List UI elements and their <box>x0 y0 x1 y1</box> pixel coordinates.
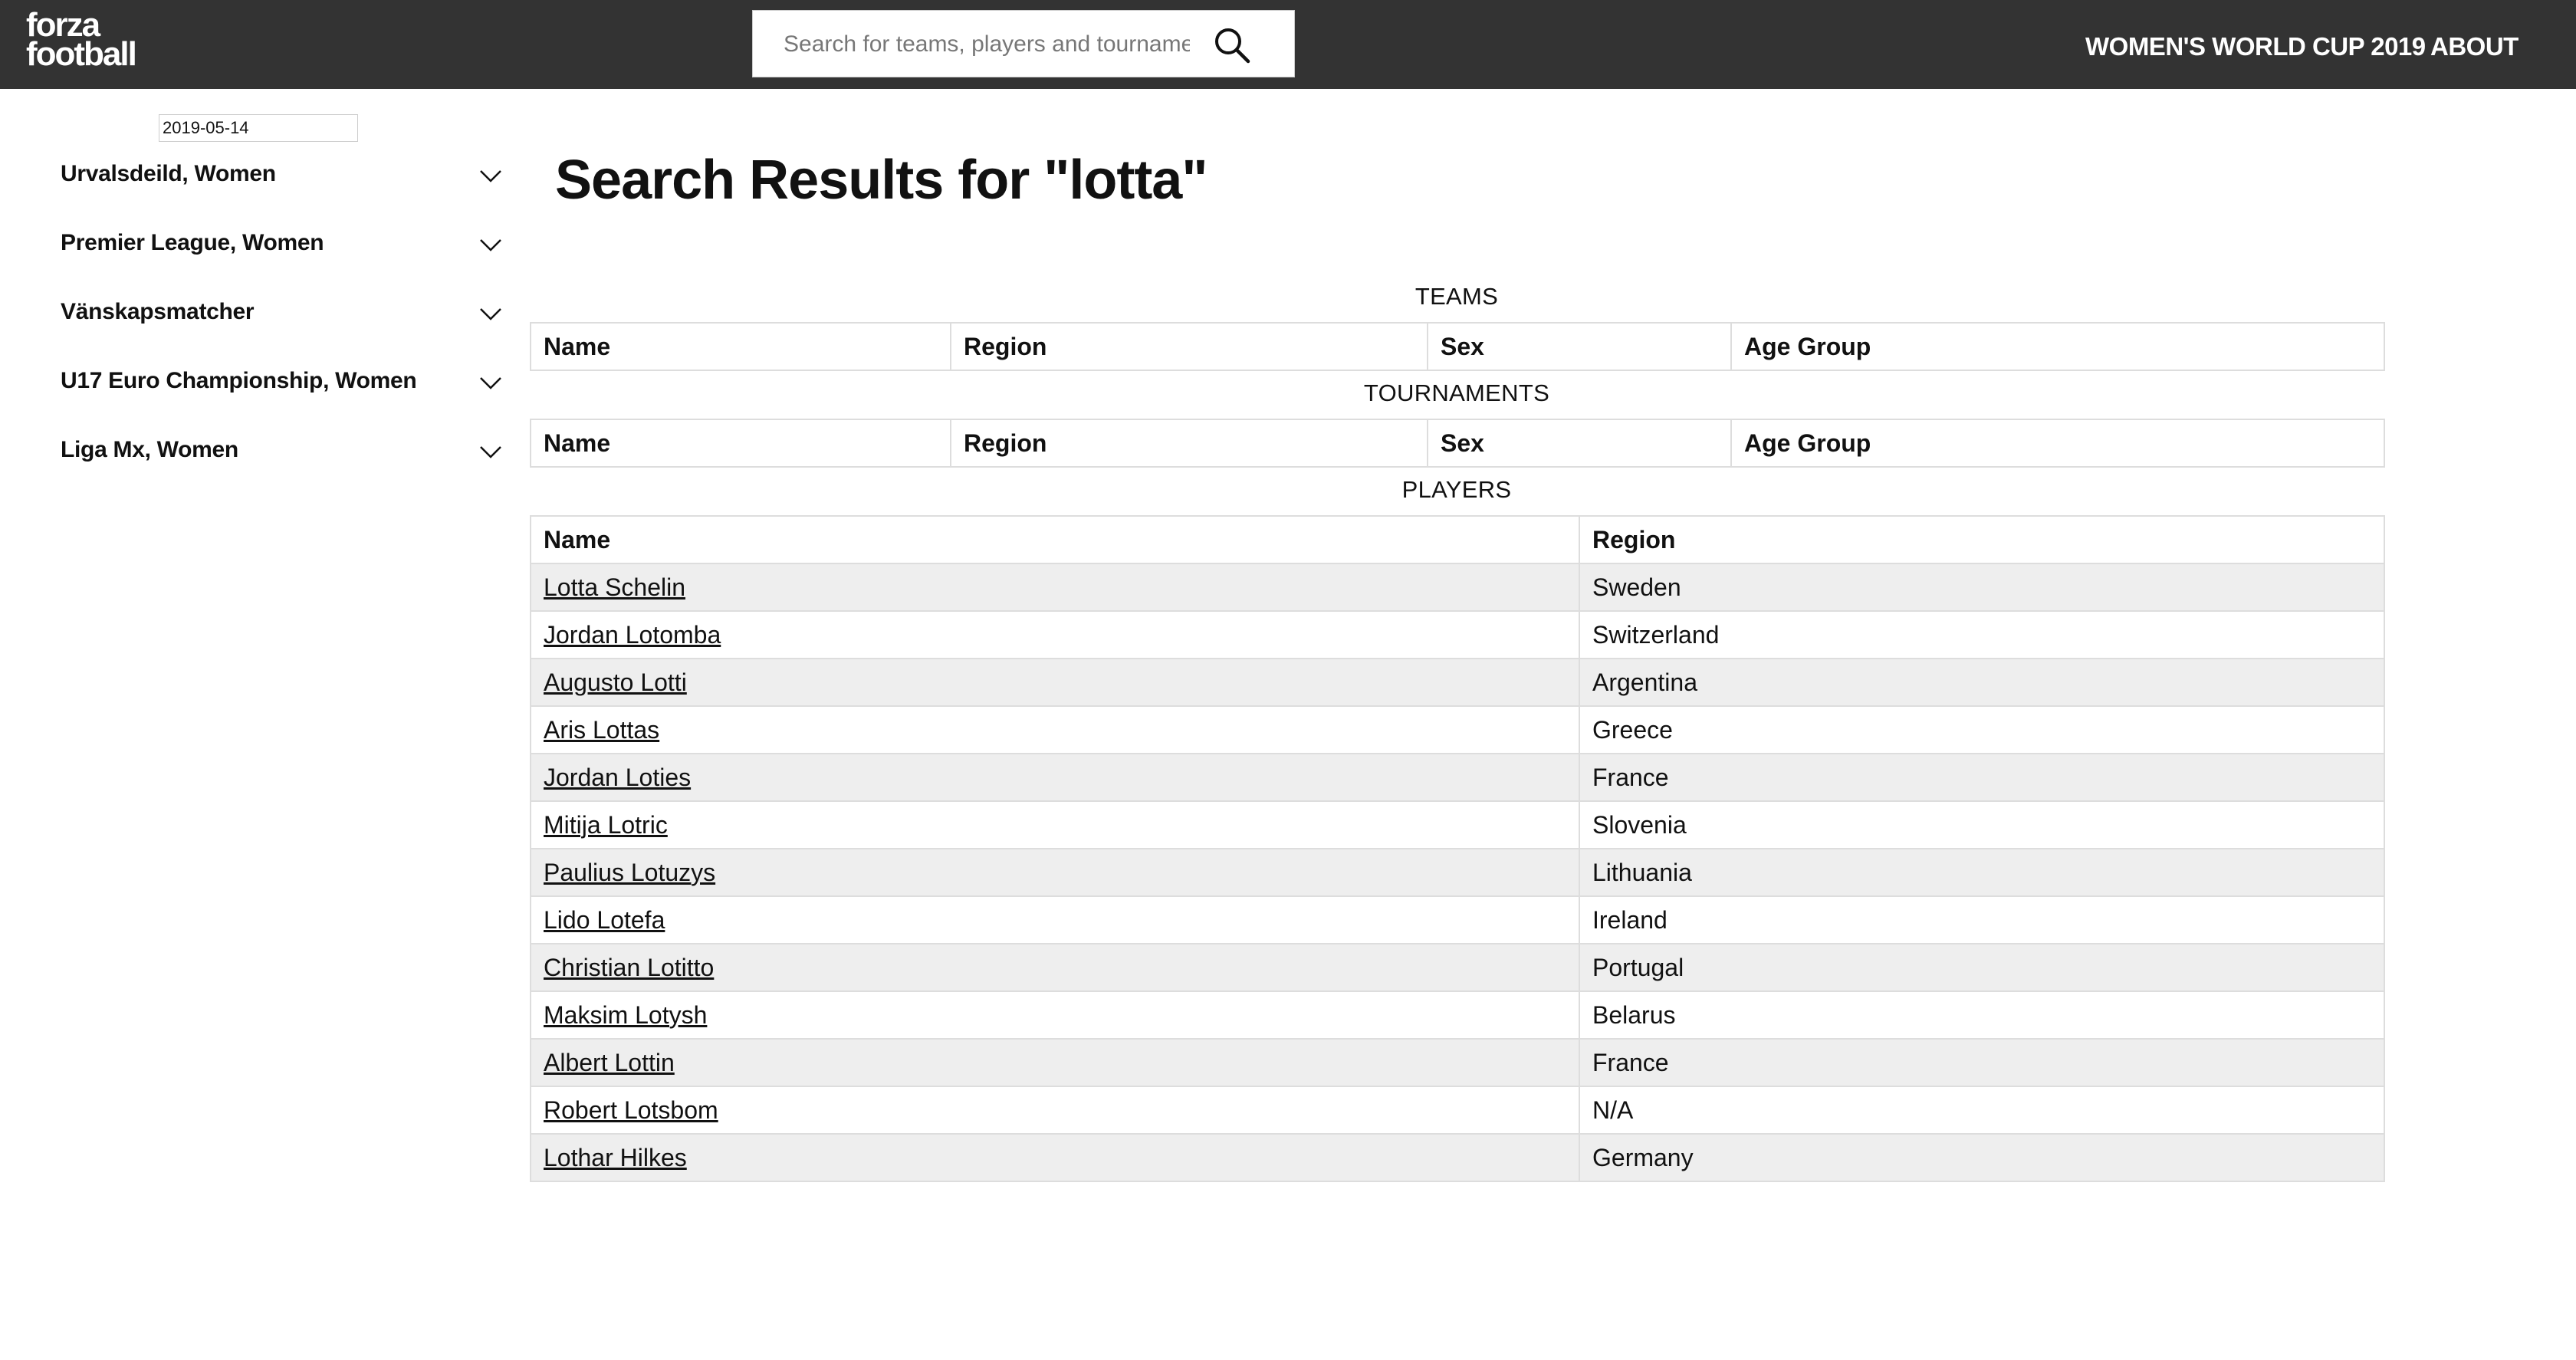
table-row: Robert Lotsbom N/A <box>530 1086 2385 1135</box>
table-row: Maksim Lotysh Belarus <box>530 990 2385 1040</box>
teams-table: Name Region Sex Age Group <box>530 322 2385 371</box>
table-row: Jordan Lotomba Switzerland <box>530 610 2385 659</box>
player-region-cell: Argentina <box>1579 658 2385 707</box>
table-row: Albert Lottin France <box>530 1038 2385 1087</box>
player-region-cell: Lithuania <box>1579 848 2385 897</box>
player-name-cell: Lotta Schelin <box>530 563 1580 612</box>
table-row: Jordan Loties France <box>530 753 2385 802</box>
nav-link-womens-world-cup[interactable]: WOMEN'S WORLD CUP 2019 <box>2085 32 2426 61</box>
column-header-age-group: Age Group <box>1730 322 2385 371</box>
league-item-urvalsdeild-women[interactable]: Urvalsdeild, Women <box>61 158 502 227</box>
top-navigation-bar: forza football WOMEN'S WORLD CUP 2019 AB… <box>0 0 2576 89</box>
league-item-vanskapsmatcher[interactable]: Vänskapsmatcher <box>61 296 502 365</box>
column-header-name: Name <box>530 419 951 468</box>
logo-line-2: football <box>26 35 137 73</box>
league-item-u17-euro-championship-women[interactable]: U17 Euro Championship, Women <box>61 365 502 434</box>
date-input[interactable] <box>159 114 358 142</box>
table-row: Lothar Hilkes Germany <box>530 1133 2385 1182</box>
table-row: Mitija Lotric Slovenia <box>530 800 2385 849</box>
column-header-age-group: Age Group <box>1730 419 2385 468</box>
player-region-cell: France <box>1579 753 2385 802</box>
nav-link-about[interactable]: ABOUT <box>2430 32 2518 61</box>
league-label: Premier League, Women <box>61 230 324 255</box>
column-header-name: Name <box>530 322 951 371</box>
table-row: Paulius Lotuzys Lithuania <box>530 848 2385 897</box>
column-header-name: Name <box>530 515 1580 564</box>
chevron-down-icon[interactable] <box>479 376 502 391</box>
player-region-cell: Greece <box>1579 705 2385 754</box>
search-icon[interactable] <box>1213 26 1251 64</box>
players-caption: PLAYERS <box>1401 476 1512 503</box>
column-header-region: Region <box>950 419 1428 468</box>
player-link[interactable]: Lotta Schelin <box>544 573 685 601</box>
player-name-cell: Albert Lottin <box>530 1038 1580 1087</box>
column-header-region: Region <box>1579 515 2385 564</box>
column-header-sex: Sex <box>1427 322 1732 371</box>
page-title: Search Results for "lotta" <box>555 149 1208 211</box>
table-row: Christian Lotitto Portugal <box>530 943 2385 992</box>
table-header-row: Name Region Sex Age Group <box>530 419 2385 468</box>
player-name-cell: Christian Lotitto <box>530 943 1580 992</box>
player-region-cell: France <box>1579 1038 2385 1087</box>
chevron-down-icon[interactable] <box>479 445 502 460</box>
player-link[interactable]: Jordan Loties <box>544 764 691 791</box>
player-region-cell: Sweden <box>1579 563 2385 612</box>
player-link[interactable]: Mitija Lotric <box>544 811 668 839</box>
column-header-sex: Sex <box>1427 419 1732 468</box>
league-item-premier-league-women[interactable]: Premier League, Women <box>61 227 502 296</box>
player-region-cell: Germany <box>1579 1133 2385 1182</box>
player-link[interactable]: Albert Lottin <box>544 1049 675 1076</box>
player-link[interactable]: Robert Lotsbom <box>544 1096 718 1124</box>
player-link[interactable]: Lothar Hilkes <box>544 1144 687 1171</box>
player-name-cell: Maksim Lotysh <box>530 990 1580 1040</box>
search-box <box>752 10 1295 77</box>
column-header-region: Region <box>950 322 1428 371</box>
player-link[interactable]: Paulius Lotuzys <box>544 859 715 886</box>
tournaments-table: Name Region Sex Age Group <box>530 419 2385 468</box>
player-name-cell: Jordan Lotomba <box>530 610 1580 659</box>
player-name-cell: Lothar Hilkes <box>530 1133 1580 1182</box>
player-link[interactable]: Lido Lotefa <box>544 906 665 934</box>
chevron-down-icon[interactable] <box>479 238 502 253</box>
league-label: Liga Mx, Women <box>61 437 238 462</box>
player-name-cell: Lido Lotefa <box>530 895 1580 944</box>
league-list: Urvalsdeild, Women Premier League, Women… <box>61 158 502 503</box>
player-name-cell: Mitija Lotric <box>530 800 1580 849</box>
player-region-cell: Belarus <box>1579 990 2385 1040</box>
league-label: U17 Euro Championship, Women <box>61 368 417 393</box>
teams-caption: TEAMS <box>1414 283 1499 310</box>
search-results: TEAMS Name Region Sex Age Group TOURNAME… <box>530 274 2385 1182</box>
table-header-row: Name Region <box>530 515 2385 564</box>
player-link[interactable]: Maksim Lotysh <box>544 1001 707 1029</box>
player-link[interactable]: Christian Lotitto <box>544 954 714 981</box>
player-region-cell: Switzerland <box>1579 610 2385 659</box>
table-row: Lido Lotefa Ireland <box>530 895 2385 944</box>
player-name-cell: Augusto Lotti <box>530 658 1580 707</box>
table-row: Augusto Lotti Argentina <box>530 658 2385 707</box>
table-row: Aris Lottas Greece <box>530 705 2385 754</box>
table-header-row: Name Region Sex Age Group <box>530 322 2385 371</box>
league-label: Vänskapsmatcher <box>61 299 255 324</box>
forza-football-logo[interactable]: forza football <box>26 8 137 73</box>
chevron-down-icon[interactable] <box>479 169 502 184</box>
player-region-cell: N/A <box>1579 1086 2385 1135</box>
players-table: Name Region Lotta Schelin Sweden Jordan … <box>530 515 2385 1182</box>
player-region-cell: Slovenia <box>1579 800 2385 849</box>
league-item-liga-mx-women[interactable]: Liga Mx, Women <box>61 434 502 503</box>
league-label: Urvalsdeild, Women <box>61 161 276 186</box>
tournaments-caption: TOURNAMENTS <box>1363 379 1550 406</box>
player-name-cell: Robert Lotsbom <box>530 1086 1580 1135</box>
player-name-cell: Jordan Loties <box>530 753 1580 802</box>
search-input[interactable] <box>784 26 1190 63</box>
player-link[interactable]: Aris Lottas <box>544 716 659 744</box>
player-region-cell: Portugal <box>1579 943 2385 992</box>
chevron-down-icon[interactable] <box>479 307 502 322</box>
player-link[interactable]: Augusto Lotti <box>544 669 687 696</box>
player-link[interactable]: Jordan Lotomba <box>544 621 721 649</box>
player-name-cell: Aris Lottas <box>530 705 1580 754</box>
table-row: Lotta Schelin Sweden <box>530 563 2385 612</box>
player-region-cell: Ireland <box>1579 895 2385 944</box>
player-name-cell: Paulius Lotuzys <box>530 848 1580 897</box>
